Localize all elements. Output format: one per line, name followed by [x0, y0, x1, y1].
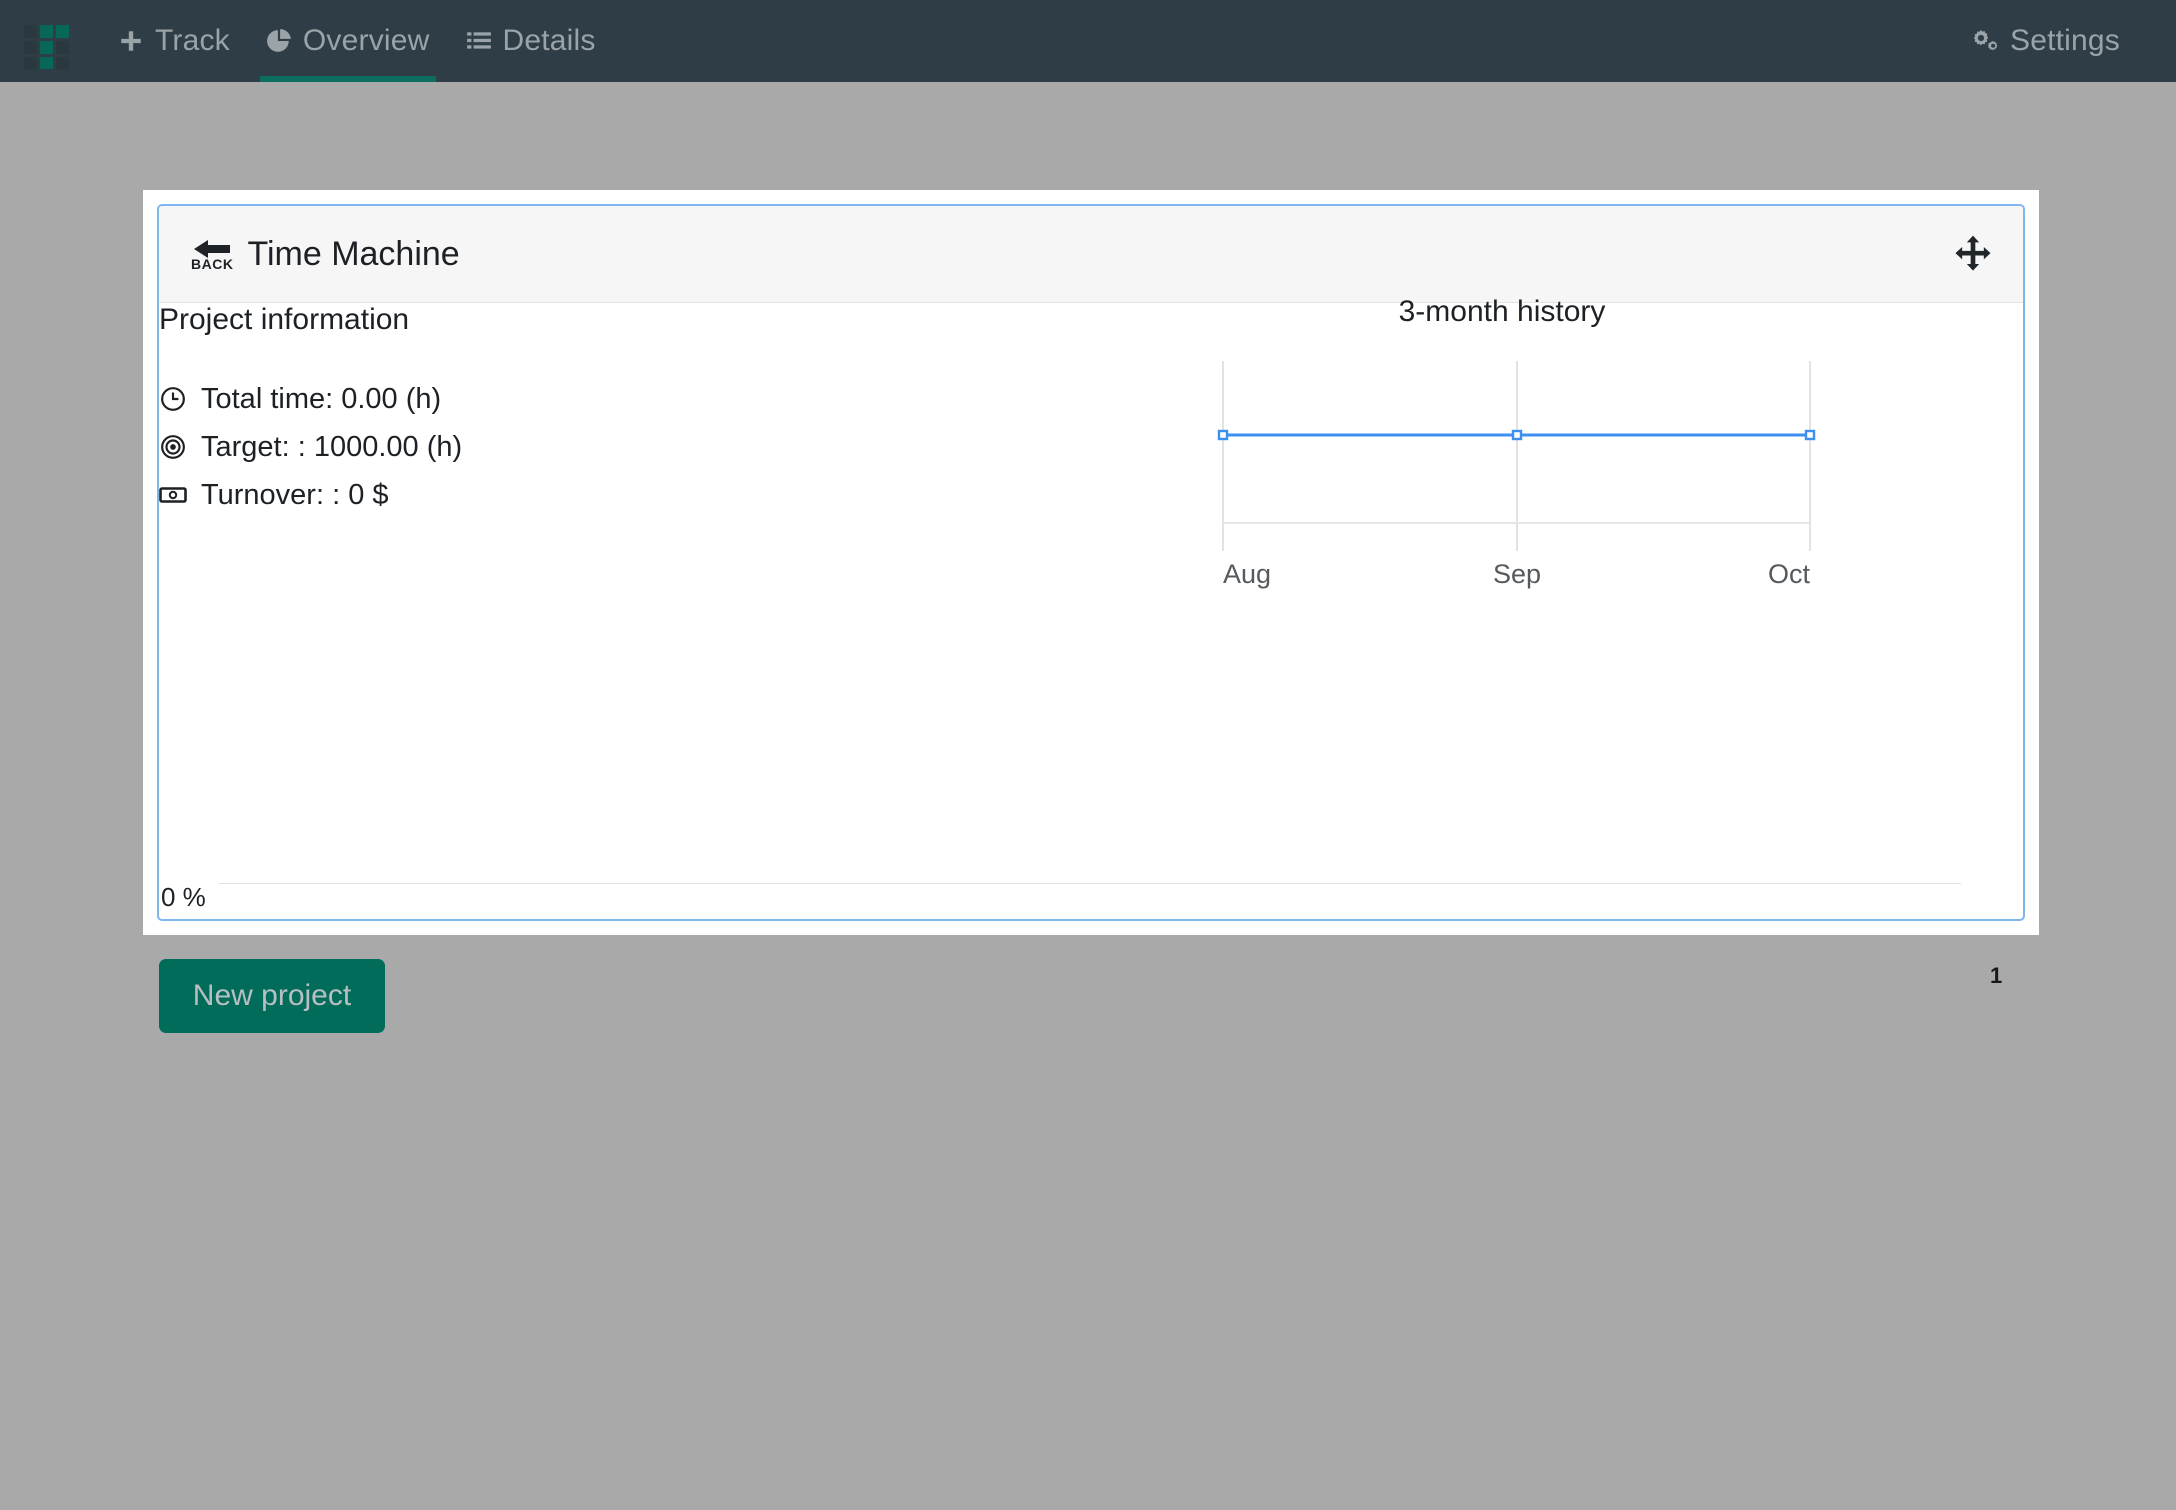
pie-chart-icon	[266, 29, 291, 52]
project-card: BACK Time Machine Project information To…	[157, 204, 2025, 921]
grid-logo-icon[interactable]	[22, 13, 78, 69]
card-divider	[219, 883, 1961, 884]
progress-label: 0 %	[161, 882, 206, 912]
list-icon	[466, 32, 491, 49]
project-information: Project information Total time: 0.00 (h)	[159, 303, 462, 519]
back-label: BACK	[191, 256, 234, 272]
nav-item-label: Details	[502, 24, 596, 57]
clock-icon	[159, 386, 187, 412]
nav-item-overview[interactable]: Overview	[248, 0, 448, 82]
chart-plot: Aug Sep Oct	[1217, 361, 1816, 589]
info-row-text: Target: : 1000.00 (h)	[201, 430, 463, 463]
info-row-target: Target: : 1000.00 (h)	[159, 423, 462, 471]
settings-label: Settings	[2010, 24, 2120, 57]
project-information-heading: Project information	[159, 303, 410, 336]
project-panel: BACK Time Machine Project information To…	[143, 190, 2039, 935]
nav-item-track[interactable]: Track	[100, 0, 248, 82]
info-row-text: Total time: 0.00 (h)	[201, 382, 442, 415]
history-chart: 3-month history Aug Sep Oct	[1205, 295, 1905, 595]
new-project-button[interactable]: New project	[159, 959, 385, 1033]
plus-icon	[121, 31, 141, 51]
top-navbar: Track Overview Details Settings	[0, 0, 2176, 82]
chart-title: 3-month history	[1398, 295, 1606, 328]
back-button[interactable]: BACK	[191, 237, 233, 271]
nav-item-settings[interactable]: Settings	[1951, 0, 2138, 82]
x-tick-sep: Sep	[1493, 559, 1541, 589]
arrows-move-icon[interactable]	[1953, 234, 1993, 274]
card-body: Project information Total time: 0.00 (h)	[159, 295, 2023, 919]
page-body: BACK Time Machine Project information To…	[0, 82, 2176, 1510]
nav-right-group: Settings	[1951, 0, 2138, 82]
bullseye-icon	[159, 434, 187, 460]
info-row-text: Turnover: : 0 $	[201, 478, 389, 511]
info-row-total-time: Total time: 0.00 (h)	[159, 375, 462, 423]
project-information-list: Total time: 0.00 (h) Target: : 1000.00 (…	[159, 375, 462, 519]
nav-item-label: Track	[155, 24, 230, 57]
nav-item-label: Overview	[302, 24, 430, 57]
nav-item-details[interactable]: Details	[448, 0, 614, 82]
page-title: Time Machine	[247, 234, 460, 273]
x-tick-aug: Aug	[1223, 559, 1271, 589]
panel-index-label: 1	[1990, 963, 2003, 988]
nav-items: Track Overview Details	[100, 0, 614, 82]
x-tick-oct: Oct	[1768, 559, 1811, 589]
money-bill-icon	[159, 482, 187, 508]
info-row-turnover: Turnover: : 0 $	[159, 471, 462, 519]
gears-icon	[1973, 30, 1998, 51]
card-header: BACK Time Machine	[159, 206, 2023, 303]
